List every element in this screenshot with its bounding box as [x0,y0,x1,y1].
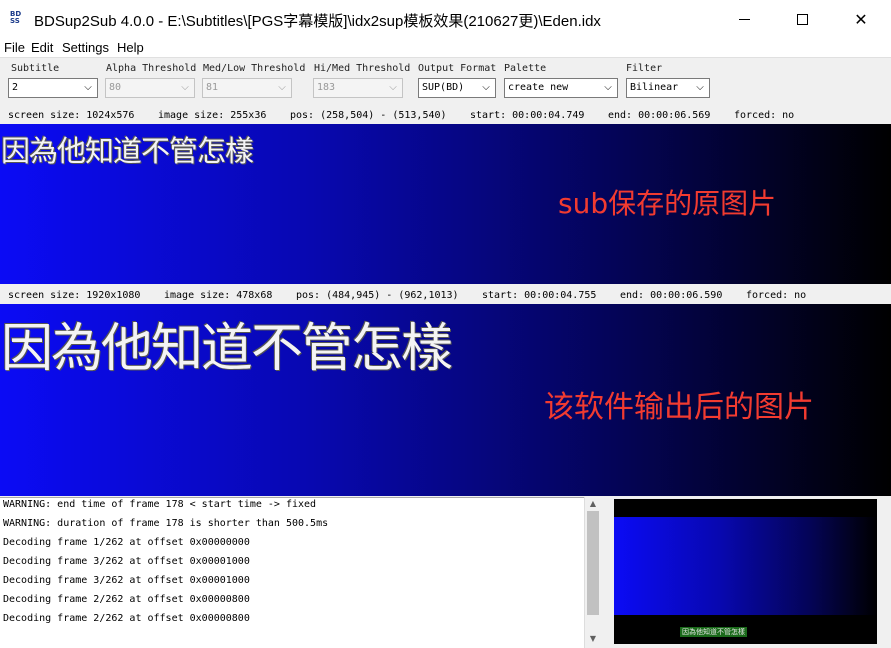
window-title: BDSup2Sub 4.0.0 - E:\Subtitles\[PGS字幕模版]… [34,13,601,30]
minimize-icon [738,18,750,20]
log-line: Decoding frame 3/262 at offset 0x0000100… [3,575,250,586]
chevron-down-icon: ⌵ [181,82,189,93]
target-pos: pos: (484,945) - (962,1013) [296,290,459,301]
hi-med-threshold-value: 183 [317,82,336,93]
target-image-size: image size: 478x68 [164,290,273,301]
source-image-size: image size: 255x36 [158,110,267,121]
chevron-down-icon: ⌵ [696,82,704,93]
med-low-threshold-select[interactable]: 81 ⌵ [202,78,292,98]
frame-thumbnail: 因為他知道不管怎樣 [614,499,877,644]
close-button[interactable]: ✕ [832,0,890,38]
med-low-threshold-value: 81 [206,82,219,93]
source-start: start: 00:00:04.749 [470,110,585,121]
maximize-button[interactable] [773,0,831,38]
log-line: WARNING: end time of frame 178 < start t… [3,499,317,510]
bdsup2sub-app-icon: BD SS [10,11,26,27]
source-preview: 因為他知道不管怎樣 sub保存的原图片 [0,124,891,284]
source-screen-size: screen size: 1024x576 [8,110,135,121]
menu-help[interactable]: Help [117,40,144,55]
menu-settings[interactable]: Settings [62,40,109,55]
menu-file[interactable]: File [4,40,25,55]
alpha-threshold-label: Alpha Threshold [106,63,197,74]
source-annotation: sub保存的原图片 [558,187,777,220]
target-annotation: 该软件输出后的图片 [544,390,814,425]
chevron-down-icon: ⌵ [482,82,490,93]
filter-select[interactable]: Bilinear ⌵ [626,78,710,98]
source-info-bar: screen size: 1024x576 image size: 255x36… [0,106,891,124]
subtitle-value: 2 [12,82,19,93]
source-forced: forced: no [734,110,795,121]
thumbnail-gradient [614,517,877,615]
filter-value: Bilinear [630,82,679,93]
alpha-threshold-value: 80 [109,82,122,93]
chevron-down-icon: ⌵ [84,82,92,93]
output-format-select[interactable]: SUP(BD) ⌵ [418,78,496,98]
target-end: end: 00:00:06.590 [620,290,723,301]
thumbnail-subtitle: 因為他知道不管怎樣 [680,627,747,637]
source-subtitle-image: 因為他知道不管怎樣 [1,134,254,168]
target-start: start: 00:00:04.755 [482,290,597,301]
output-format-value: SUP(BD) [422,82,465,93]
close-icon: ✕ [854,9,868,29]
menu-bar: File Edit Settings Help [0,38,891,57]
minimize-button[interactable] [715,0,773,38]
app-icon-text-bottom: SS [10,17,20,25]
target-preview: 因為他知道不管怎樣 该软件输出后的图片 [0,304,891,496]
title-bar: BD SS BDSup2Sub 4.0.0 - E:\Subtitles\[PG… [0,0,891,38]
log-line: Decoding frame 2/262 at offset 0x0000080… [3,613,250,624]
hi-med-threshold-label: Hi/Med Threshold [314,63,411,74]
palette-label: Palette [504,63,547,74]
output-format-label: Output Format [418,63,497,74]
log-line: Decoding frame 2/262 at offset 0x0000080… [3,594,250,605]
log-line: WARNING: duration of frame 178 is shorte… [3,518,329,529]
target-info-bar: screen size: 1920x1080 image size: 478x6… [0,286,891,304]
palette-value: create new [508,82,569,93]
scroll-down-icon[interactable]: ▼ [585,632,601,646]
scroll-up-icon[interactable]: ▲ [585,497,601,511]
chevron-down-icon: ⌵ [278,82,286,93]
target-forced: forced: no [746,290,807,301]
log-line: Decoding frame 3/262 at offset 0x0000100… [3,556,250,567]
chevron-down-icon: ⌵ [389,82,397,93]
scrollbar-thumb[interactable] [587,511,599,615]
subtitle-label: Subtitle [11,63,60,74]
target-subtitle-image: 因為他知道不管怎樣 [1,319,453,379]
log-line: Decoding frame 1/262 at offset 0x0000000… [3,537,250,548]
target-screen-size: screen size: 1920x1080 [8,290,141,301]
log-scrollbar[interactable]: ▲ ▼ [584,497,600,648]
maximize-icon [796,13,808,25]
subtitle-select[interactable]: 2 ⌵ [8,78,98,98]
log-panel[interactable]: WARNING: end time of frame 178 < start t… [0,497,600,648]
toolbar: Subtitle 2 ⌵ Alpha Threshold 80 ⌵ Med/Lo… [0,57,891,103]
med-low-threshold-label: Med/Low Threshold [203,63,306,74]
filter-label: Filter [626,63,663,74]
hi-med-threshold-select[interactable]: 183 ⌵ [313,78,403,98]
source-pos: pos: (258,504) - (513,540) [290,110,447,121]
chevron-down-icon: ⌵ [604,82,612,93]
menu-edit[interactable]: Edit [31,40,53,55]
alpha-threshold-select[interactable]: 80 ⌵ [105,78,195,98]
palette-select[interactable]: create new ⌵ [504,78,618,98]
source-end: end: 00:00:06.569 [608,110,711,121]
